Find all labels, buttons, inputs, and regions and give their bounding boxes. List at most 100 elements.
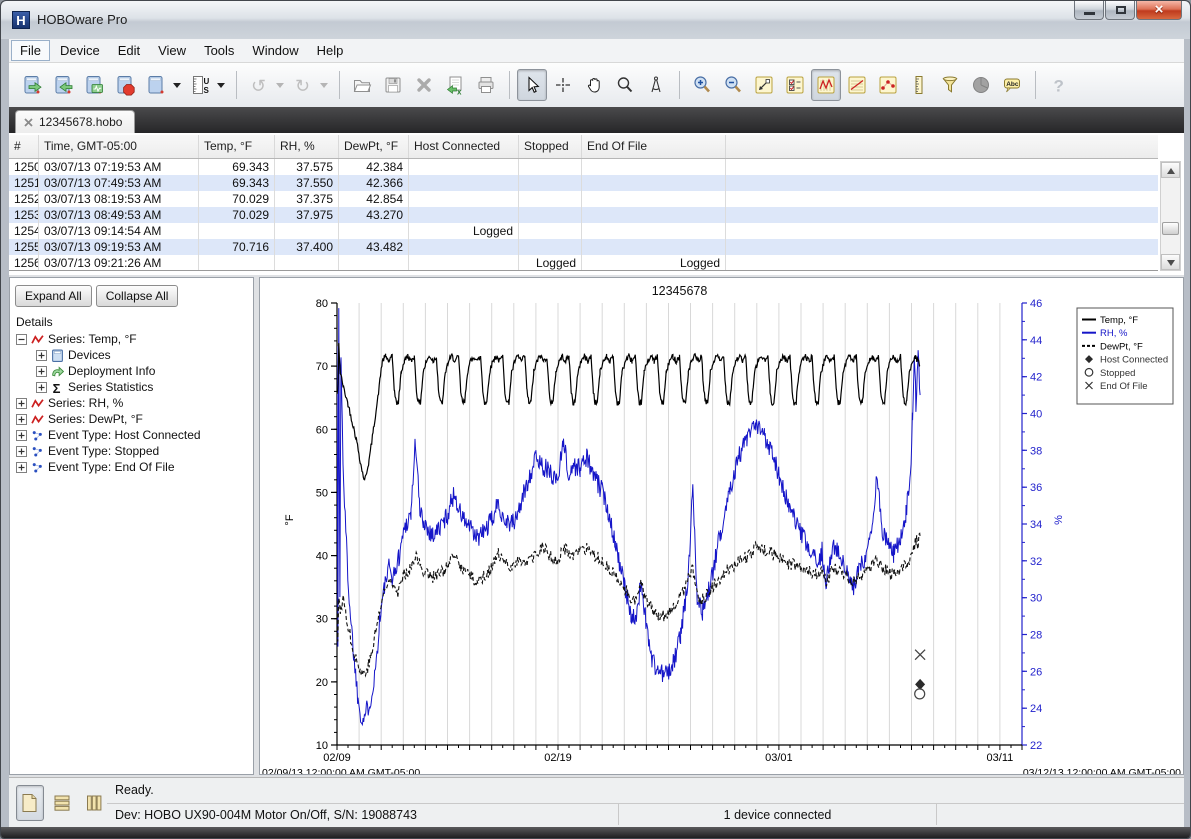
series-properties-button[interactable] [780,69,810,101]
units-button-dropdown[interactable] [216,69,226,101]
menu-file[interactable]: File [11,40,50,61]
expand-toggle-icon[interactable] [36,366,47,377]
menu-view[interactable]: View [150,41,194,60]
table-cell [582,223,726,239]
menu-edit[interactable]: Edit [110,41,148,60]
save-file-button[interactable] [378,69,408,101]
table-row[interactable]: 125003/07/13 07:19:53 AM69.34337.57542.3… [9,159,1158,175]
close-file-button[interactable] [409,69,439,101]
export-button[interactable]: x [440,69,470,101]
help-button[interactable]: ? [1043,69,1073,101]
view-table-button-status[interactable] [48,785,76,821]
column-header[interactable]: DewPt, °F [339,135,409,158]
tree-item[interactable]: ΣSeries Statistics [14,379,253,395]
table-row[interactable]: 125503/07/13 09:19:53 AM70.71637.40043.4… [9,239,1158,255]
scroll-down-button[interactable] [1161,254,1180,270]
view-plot-button[interactable] [811,69,841,101]
tree-item[interactable]: Event Type: End Of File [14,459,253,475]
menu-help[interactable]: Help [309,41,352,60]
collapse-toggle-icon[interactable] [16,334,27,345]
table-header-row: #Time, GMT-05:00Temp, °FRH, %DewPt, °FHo… [9,135,1158,159]
tab-close-icon[interactable] [24,118,33,127]
zoom-in-button[interactable] [687,69,717,101]
tree-item[interactable]: Series: RH, % [14,395,253,411]
print-button[interactable] [471,69,501,101]
launch-device-button[interactable] [17,69,47,101]
redo-button[interactable]: ↻ [288,69,318,101]
tab-datafile[interactable]: 12345678.hobo [15,110,135,133]
tree-item[interactable]: Devices [14,347,253,363]
select-device-button[interactable] [141,69,171,101]
table-cell: 70.029 [199,191,275,207]
expand-toggle-icon[interactable] [36,350,47,361]
legend-label: Host Connected [1100,355,1168,366]
expand-all-button[interactable]: Expand All [15,285,92,307]
column-header[interactable]: End Of File [582,135,726,158]
expand-toggle-icon[interactable] [36,382,47,393]
chart-svg[interactable]: 123456781020304050607080°F22242628303234… [260,278,1183,774]
pie-chart-button[interactable] [966,69,996,101]
open-file-button[interactable] [347,69,377,101]
maximize-button[interactable] [1105,1,1135,20]
table-scrollbar[interactable] [1160,161,1181,271]
zoom-out-button[interactable] [718,69,748,101]
collapse-all-button[interactable]: Collapse All [96,285,179,307]
menu-tools[interactable]: Tools [196,41,242,60]
column-header[interactable]: Host Connected [409,135,519,158]
expand-toggle-icon[interactable] [16,462,27,473]
minimize-button[interactable] [1074,1,1104,20]
view-plot-button-status[interactable] [16,785,44,821]
menu-window[interactable]: Window [244,41,306,60]
measure-tool-button[interactable] [641,69,671,101]
expand-toggle-icon[interactable] [16,414,27,425]
table-row[interactable]: 125103/07/13 07:49:53 AM69.34337.55042.3… [9,175,1158,191]
mark-points-button[interactable] [873,69,903,101]
filter-series-button[interactable] [935,69,965,101]
column-header[interactable]: Time, GMT-05:00 [39,135,199,158]
ruler-button[interactable] [904,69,934,101]
chevron-down-icon [217,83,225,88]
table-row[interactable]: 125603/07/13 09:21:26 AMLoggedLogged [9,255,1158,271]
tree-item[interactable]: Event Type: Stopped [14,443,253,459]
table-row[interactable]: 125303/07/13 08:49:53 AM70.02937.97543.2… [9,207,1158,223]
column-header[interactable]: # [9,135,39,158]
crosshair-tool-button[interactable] [548,69,578,101]
device-status-button[interactable] [79,69,109,101]
zoom-tool-button[interactable] [610,69,640,101]
column-header[interactable]: Temp, °F [199,135,275,158]
readout-device-button[interactable] [48,69,78,101]
pointer-tool-button[interactable] [517,69,547,101]
expand-toggle-icon[interactable] [16,430,27,441]
resize-plot-button[interactable] [749,69,779,101]
annotate-button[interactable]: Abc [997,69,1027,101]
tree-item[interactable]: Event Type: Host Connected [14,427,253,443]
toolbar-separator [679,71,680,99]
title-bar[interactable]: H HOBOware Pro × [1,1,1190,39]
column-header[interactable]: Stopped [519,135,582,158]
expand-toggle-icon[interactable] [16,398,27,409]
scrollbar-thumb[interactable] [1162,222,1179,235]
expand-toggle-icon[interactable] [16,446,27,457]
table-row[interactable]: 125203/07/13 08:19:53 AM70.02937.37542.8… [9,191,1158,207]
view-split-button-status[interactable] [80,785,108,821]
select-device-button-dropdown[interactable] [172,69,182,101]
units-button[interactable]: US [185,69,215,101]
table-row[interactable]: 125403/07/13 09:14:54 AMLogged [9,223,1158,239]
undo-button-dropdown[interactable] [275,69,285,101]
plot-setup-button[interactable] [842,69,872,101]
plot-canvas[interactable]: 123456781020304050607080°F22242628303234… [260,278,1183,774]
chart-panel[interactable]: 123456781020304050607080°F22242628303234… [259,277,1184,775]
menu-device[interactable]: Device [52,41,108,60]
plot-points-icon [877,74,899,96]
pan-tool-button[interactable] [579,69,609,101]
statistics-icon: Σ [51,381,64,394]
column-header[interactable]: RH, % [275,135,339,158]
undo-button[interactable]: ↺ [244,69,274,101]
tree-item[interactable]: Deployment Info [14,363,253,379]
tree-item[interactable]: Series: DewPt, °F [14,411,253,427]
close-button[interactable]: × [1136,1,1182,20]
scroll-up-button[interactable] [1161,162,1180,178]
stop-device-button[interactable] [110,69,140,101]
redo-button-dropdown[interactable] [319,69,329,101]
tree-item[interactable]: Series: Temp, °F [14,331,253,347]
